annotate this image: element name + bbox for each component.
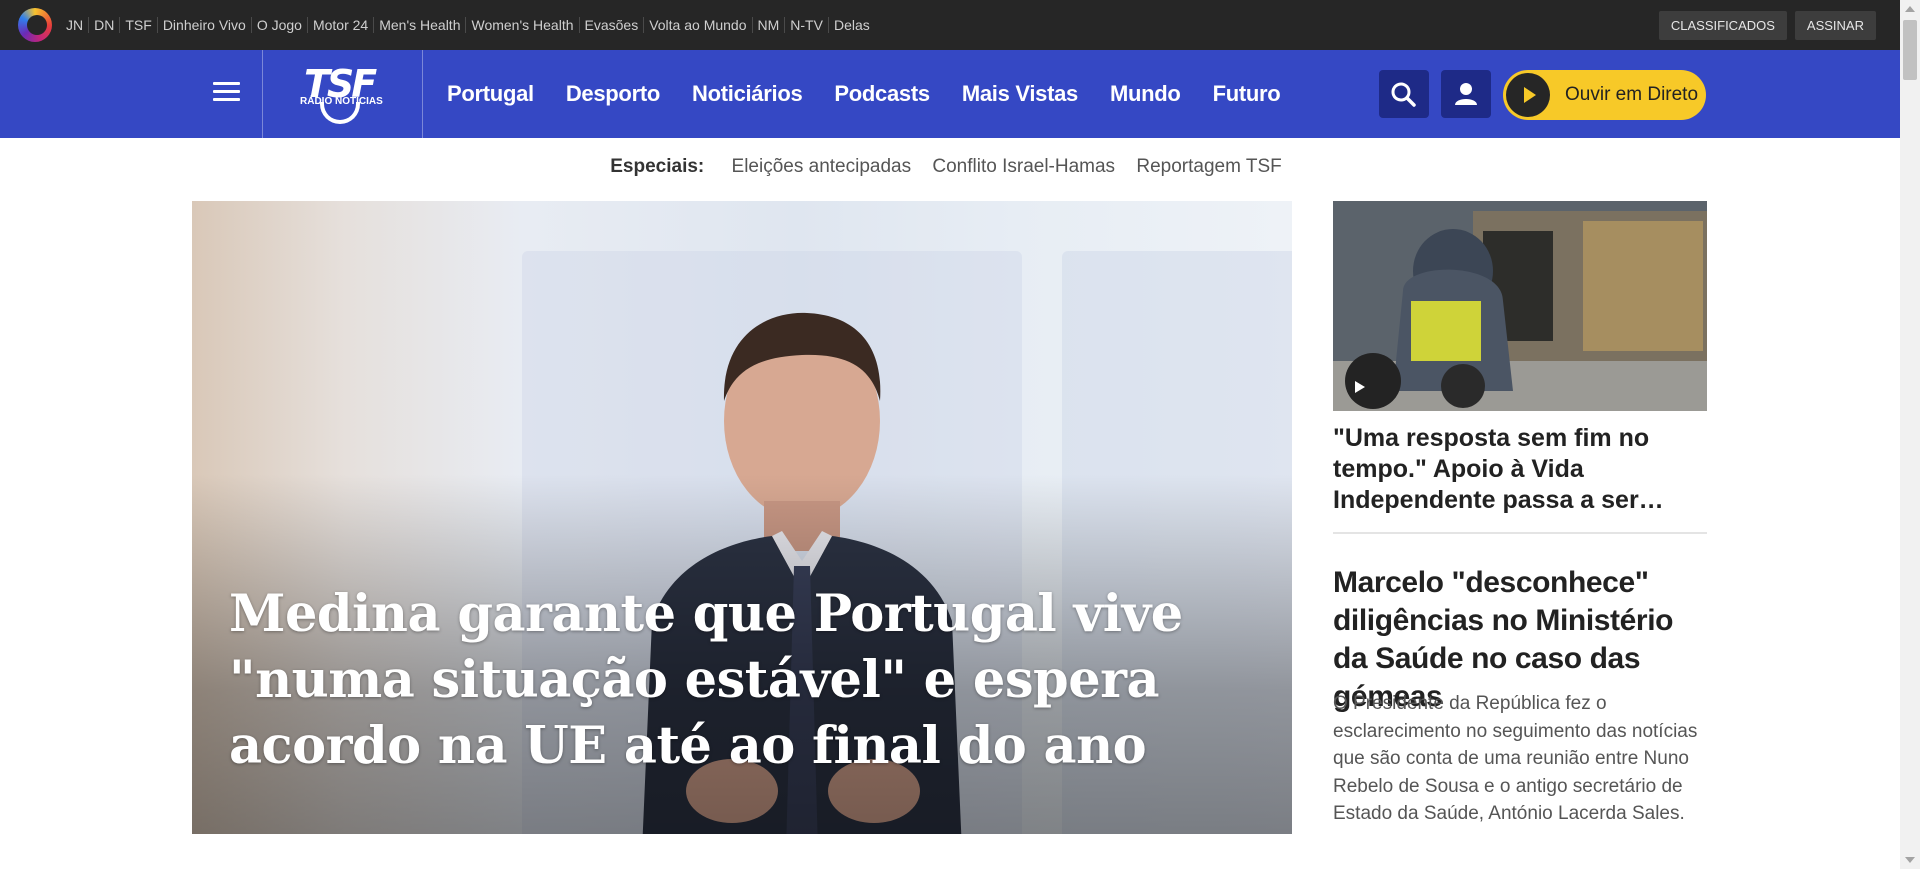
- brand-link-dinheiro-vivo[interactable]: Dinheiro Vivo: [156, 17, 251, 33]
- nav-item-portugal[interactable]: Portugal: [447, 81, 534, 107]
- account-button[interactable]: [1441, 70, 1491, 118]
- special-link-conflito[interactable]: Conflito Israel-Hamas: [932, 156, 1115, 177]
- nav-item-noticiarios[interactable]: Noticiários: [692, 81, 803, 107]
- nav-divider: [422, 50, 423, 138]
- hamburger-menu-icon[interactable]: [213, 82, 240, 106]
- specials-bar: Especiais: Eleições antecipadas Conflito…: [0, 156, 1900, 178]
- assinar-button[interactable]: ASSINAR: [1794, 11, 1876, 40]
- brand-link-jn[interactable]: JN: [66, 17, 88, 33]
- nav-item-mais-vistas[interactable]: Mais Vistas: [962, 81, 1078, 107]
- listen-live-label: Ouvir em Direto: [1565, 84, 1699, 105]
- brand-link-delas[interactable]: Delas: [827, 17, 875, 33]
- side-divider: [1333, 532, 1707, 534]
- brand-link-womens-health[interactable]: Women's Health: [465, 17, 578, 33]
- top-actions: CLASSIFICADOS ASSINAR: [1658, 11, 1876, 40]
- brand-link-o-jogo[interactable]: O Jogo: [250, 17, 307, 33]
- scroll-down-arrow-icon[interactable]: [1905, 857, 1915, 863]
- brand-link-dn[interactable]: DN: [88, 17, 119, 33]
- user-icon: [1455, 83, 1477, 105]
- nav-item-futuro[interactable]: Futuro: [1213, 81, 1281, 107]
- main-nav: TSF RÁDIO NOTÍCIAS Portugal Desporto Not…: [0, 50, 1900, 138]
- brand-link-mens-health[interactable]: Men's Health: [373, 17, 465, 33]
- nav-divider: [262, 50, 263, 138]
- nav-item-mundo[interactable]: Mundo: [1110, 81, 1181, 107]
- search-button[interactable]: [1379, 70, 1429, 118]
- side-story-photo: [1333, 201, 1707, 411]
- nav-item-desporto[interactable]: Desporto: [566, 81, 660, 107]
- tsf-logo[interactable]: TSF RÁDIO NOTÍCIAS: [298, 62, 388, 126]
- hero-story[interactable]: Medina garante que Portugal vive "numa s…: [192, 201, 1292, 834]
- brand-link-n-tv[interactable]: N-TV: [784, 17, 828, 33]
- nav-item-podcasts[interactable]: Podcasts: [834, 81, 930, 107]
- brand-link-nm[interactable]: NM: [751, 17, 785, 33]
- page-scrollbar[interactable]: [1900, 0, 1920, 869]
- video-play-icon: [1355, 381, 1365, 393]
- side-story-thumbnail[interactable]: [1333, 201, 1707, 411]
- hero-headline[interactable]: Medina garante que Portugal vive "numa s…: [229, 581, 1229, 779]
- brand-link-tsf[interactable]: TSF: [119, 17, 156, 33]
- network-brand-list: JN DN TSF Dinheiro Vivo O Jogo Motor 24 …: [66, 17, 875, 33]
- brand-link-evasoes[interactable]: Evasões: [578, 17, 644, 33]
- network-bar: JN DN TSF Dinheiro Vivo O Jogo Motor 24 …: [0, 0, 1900, 50]
- search-icon: [1391, 82, 1416, 107]
- logo-arc: [320, 102, 360, 124]
- play-icon: [1506, 73, 1550, 117]
- listen-live-button[interactable]: Ouvir em Direto: [1503, 70, 1706, 120]
- nav-menu: Portugal Desporto Noticiários Podcasts M…: [447, 50, 1281, 138]
- special-link-reportagem[interactable]: Reportagem TSF: [1136, 156, 1281, 177]
- scroll-up-arrow-icon[interactable]: [1905, 6, 1915, 12]
- special-link-eleicoes[interactable]: Eleições antecipadas: [732, 156, 912, 177]
- brand-link-motor-24[interactable]: Motor 24: [306, 17, 373, 33]
- classificados-button[interactable]: CLASSIFICADOS: [1658, 11, 1787, 40]
- brand-link-volta-ao-mundo[interactable]: Volta ao Mundo: [643, 17, 751, 33]
- specials-label: Especiais:: [610, 156, 705, 177]
- side-story-headline[interactable]: "Uma resposta sem fim no tempo." Apoio à…: [1333, 423, 1707, 516]
- global-media-logo-icon[interactable]: [18, 8, 52, 42]
- scroll-thumb[interactable]: [1903, 20, 1917, 80]
- side-story2-lead: O Presidente da República fez o esclarec…: [1333, 693, 1698, 824]
